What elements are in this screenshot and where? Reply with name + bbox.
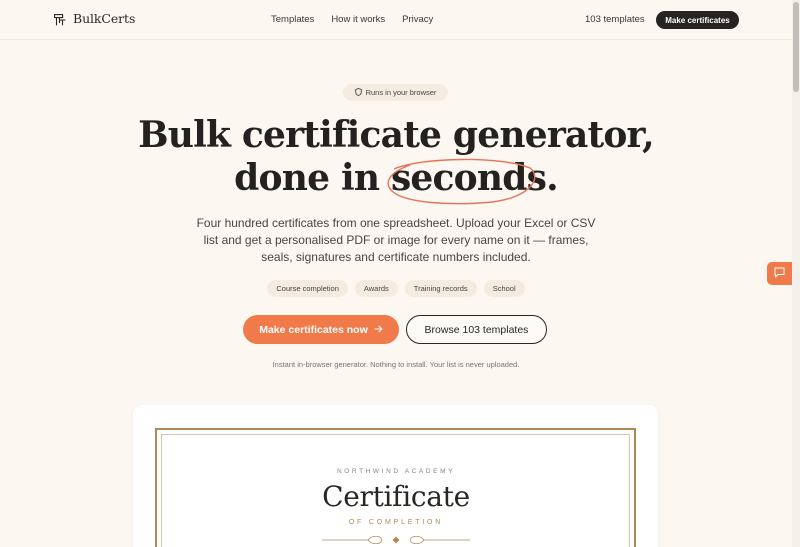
- nav-templates[interactable]: Templates: [271, 14, 314, 25]
- browse-templates-button[interactable]: Browse 103 templates: [406, 315, 547, 344]
- make-certificates-now-label: Make certificates now: [259, 323, 368, 336]
- arrow-right-icon: [374, 324, 383, 336]
- brand-logo[interactable]: BulkCerts: [54, 11, 135, 26]
- make-certificates-now-button[interactable]: Make certificates now: [243, 315, 399, 344]
- tag-training-records[interactable]: Training records: [404, 280, 477, 297]
- browser-badge: Runs in your browser: [343, 84, 448, 101]
- chat-bubble-icon: [774, 265, 785, 283]
- tag-awards[interactable]: Awards: [354, 280, 398, 297]
- certificate-subtitle: OF COMPLETION: [348, 519, 444, 526]
- certificate-title: Certificate: [322, 480, 470, 513]
- header-make-certificates-button[interactable]: Make certificates: [656, 11, 739, 29]
- main-nav: Templates How it works Privacy: [271, 14, 433, 25]
- certificate-academy: NORTHWIND ACADEMY: [336, 468, 456, 475]
- hero-title: Bulk certificate generator, done in seco…: [0, 114, 792, 205]
- hero-title-suffix: .: [546, 157, 559, 199]
- tag-school[interactable]: School: [483, 280, 525, 297]
- browser-badge-label: Runs in your browser: [365, 88, 437, 97]
- hero-title-line-2: done in seconds.: [0, 157, 792, 205]
- certificate-stack-icon: [54, 13, 66, 25]
- tag-course-completion[interactable]: Course completion: [267, 280, 348, 297]
- scrollbar[interactable]: [792, 0, 800, 547]
- hero-description: Four hundred certificates from one sprea…: [196, 216, 596, 264]
- feedback-button[interactable]: [767, 262, 792, 285]
- privacy-note: Instant in-browser generator. Nothing to…: [272, 360, 520, 369]
- use-case-tags: Course completion Awards Training record…: [0, 280, 792, 297]
- ornament-divider-icon: [322, 535, 470, 545]
- hero-title-line-1: Bulk certificate generator,: [138, 114, 655, 156]
- brand-name: BulkCerts: [73, 11, 136, 26]
- hero-title-prefix: done in: [234, 157, 391, 199]
- nav-privacy[interactable]: Privacy: [402, 14, 433, 25]
- nav-how-it-works[interactable]: How it works: [331, 14, 385, 25]
- scrollbar-thumb[interactable]: [793, 2, 799, 92]
- hero-title-highlight-text: seconds: [390, 157, 547, 199]
- hero-title-highlight: seconds: [387, 157, 547, 205]
- site-header: BulkCerts Templates How it works Privacy…: [0, 0, 792, 40]
- shield-icon: [354, 87, 362, 98]
- template-count-link[interactable]: 103 templates: [585, 14, 645, 25]
